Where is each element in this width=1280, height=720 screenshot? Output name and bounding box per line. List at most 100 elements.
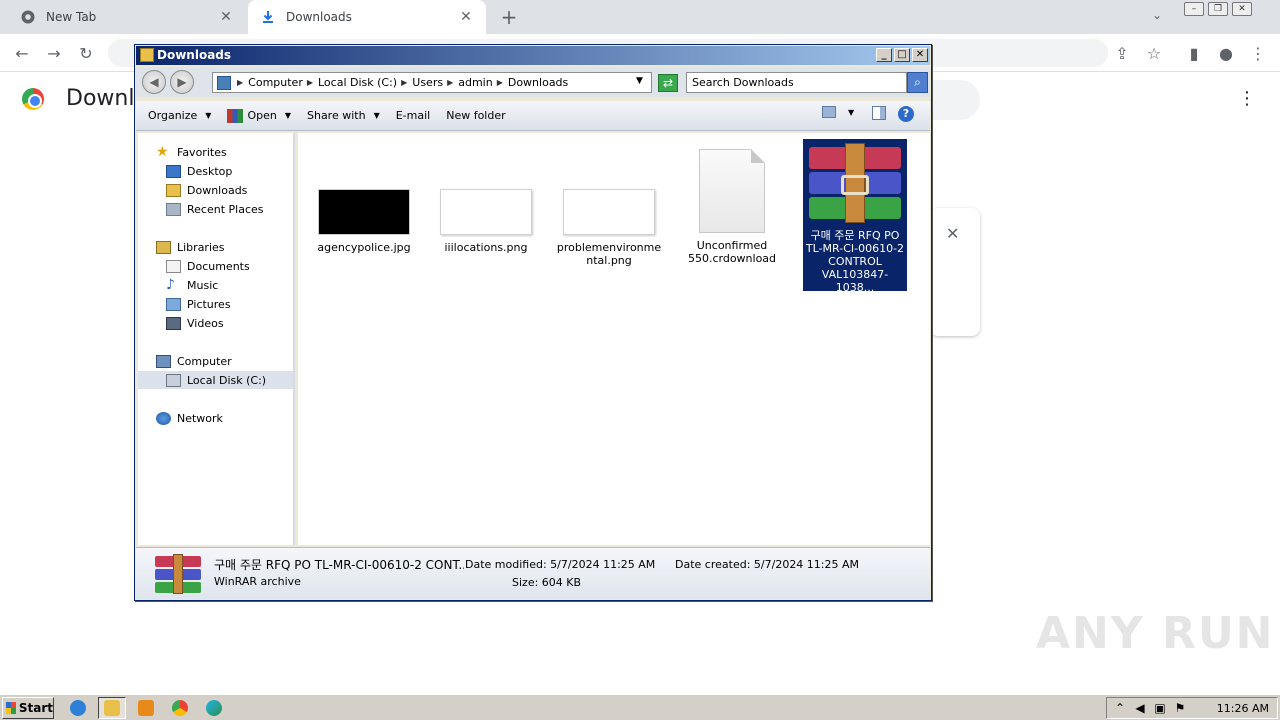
browser-tabstrip: New Tab ✕ Downloads ✕ + ⌄ – ❐ ✕ xyxy=(0,0,1280,34)
minimize-button[interactable]: _ xyxy=(876,48,892,62)
side-panel-icon[interactable]: ▮ xyxy=(1182,41,1206,65)
taskbar: Start ⌃ ◀ ▣ ⚑ 11:26 AM xyxy=(0,694,1280,720)
details-pane: 구매 주문 RFQ PO TL-MR-CI-00610-2 CONT... Wi… xyxy=(136,547,930,599)
minimize-button[interactable]: – xyxy=(1184,2,1204,16)
maximize-button[interactable]: □ xyxy=(894,48,910,62)
email-button[interactable]: E-mail xyxy=(388,109,439,122)
nav-documents[interactable]: Documents xyxy=(166,257,250,275)
navigation-pane: ★ Favorites Desktop Downloads Recent Plac… xyxy=(138,133,295,545)
new-folder-button[interactable]: New folder xyxy=(438,109,513,122)
nav-recent-places[interactable]: Recent Places xyxy=(166,200,264,218)
breadcrumb-local-disk[interactable]: Local Disk (C:) xyxy=(318,76,397,89)
star-icon[interactable]: ☆ xyxy=(1142,41,1166,65)
nav-music[interactable]: ♪ Music xyxy=(166,276,218,294)
chrome-icon xyxy=(20,9,36,25)
document-icon xyxy=(699,149,765,233)
back-button[interactable]: ◀ xyxy=(142,70,166,94)
nav-local-disk[interactable]: Local Disk (C:) xyxy=(138,371,293,389)
file-item[interactable]: problemenvironmental.png xyxy=(556,141,662,267)
volume-icon[interactable]: ◀ xyxy=(1133,701,1147,715)
nav-downloads[interactable]: Downloads xyxy=(166,181,247,199)
nav-libraries[interactable]: Libraries xyxy=(156,238,225,256)
share-icon[interactable]: ⇪ xyxy=(1110,41,1134,65)
restore-button[interactable]: ❐ xyxy=(1208,2,1228,16)
file-name: problemenvironmental.png xyxy=(556,241,662,267)
taskbar-edge[interactable] xyxy=(200,697,228,719)
star-icon: ★ xyxy=(156,143,169,160)
explorer-titlebar[interactable]: Downloads _ □ ✕ xyxy=(136,46,930,65)
organize-button[interactable]: Organize ▼ xyxy=(136,109,219,122)
nav-desktop[interactable]: Desktop xyxy=(166,162,232,180)
flag-icon[interactable]: ⚑ xyxy=(1173,701,1187,715)
desktop-icon xyxy=(166,164,181,178)
forward-icon[interactable]: → xyxy=(42,41,66,65)
winrar-archive-icon xyxy=(809,143,901,223)
winrar-archive-icon xyxy=(155,554,201,594)
new-tab-button[interactable]: + xyxy=(498,6,520,28)
network-icon xyxy=(156,411,171,425)
close-icon[interactable]: ✕ xyxy=(946,224,959,243)
taskbar-media-player[interactable] xyxy=(132,697,160,719)
view-icon xyxy=(822,106,836,118)
taskbar-explorer[interactable] xyxy=(98,697,126,719)
network-icon[interactable]: ▣ xyxy=(1153,701,1167,715)
close-button[interactable]: ✕ xyxy=(912,48,928,62)
share-with-button[interactable]: Share with ▼ xyxy=(299,109,388,122)
preview-pane-button[interactable] xyxy=(872,106,886,120)
breadcrumb-downloads[interactable]: Downloads xyxy=(508,76,568,89)
close-icon[interactable]: ✕ xyxy=(458,9,474,25)
view-options[interactable]: ▼ xyxy=(822,106,854,118)
tab-new-tab[interactable]: New Tab ✕ xyxy=(8,0,246,34)
refresh-icon[interactable]: ⇄ xyxy=(658,74,678,92)
watermark-logo: ANY RUN xyxy=(1036,608,1275,659)
command-bar: Organize ▼ Open ▼ Share with ▼ E-mail New f… xyxy=(136,101,930,131)
tab-downloads[interactable]: Downloads ✕ xyxy=(248,0,486,34)
chevron-up-icon[interactable]: ⌃ xyxy=(1113,701,1127,715)
open-button[interactable]: Open ▼ xyxy=(219,108,299,123)
nav-videos[interactable]: Videos xyxy=(166,314,224,332)
reload-icon[interactable]: ↻ xyxy=(74,41,98,65)
documents-icon xyxy=(166,259,181,273)
close-button[interactable]: ✕ xyxy=(1232,2,1252,16)
search-icon[interactable]: ⌕ xyxy=(907,72,928,93)
nav-computer[interactable]: Computer xyxy=(156,352,232,370)
address-breadcrumb[interactable]: ▶ Computer ▶ Local Disk (C:) ▶ Users ▶ a… xyxy=(212,72,652,93)
clock[interactable]: 11:26 AM xyxy=(1217,702,1269,715)
search-input[interactable]: Search Downloads xyxy=(686,72,907,93)
breadcrumb-computer[interactable]: Computer xyxy=(248,76,303,89)
close-icon[interactable]: ✕ xyxy=(218,9,234,25)
nav-network[interactable]: Network xyxy=(156,409,223,427)
taskbar-ie[interactable] xyxy=(64,697,92,719)
explorer-window: Downloads _ □ ✕ ◀ ▶ ▶ Computer ▶ Local D… xyxy=(134,44,932,601)
start-button[interactable]: Start xyxy=(2,697,54,719)
file-item[interactable]: agencypolice.jpg xyxy=(312,141,416,254)
detail-size: Size: 604 KB xyxy=(512,576,582,589)
chevron-down-icon[interactable]: ▼ xyxy=(636,76,643,86)
edge-icon xyxy=(206,700,222,716)
disk-drive-icon xyxy=(166,373,181,387)
file-item[interactable]: Unconfirmed 550.crdownload xyxy=(680,141,784,265)
file-item-selected[interactable]: 구매 주문 RFQ PO TL-MR-CI-00610-2 CONTROL VA… xyxy=(802,138,908,292)
forward-button[interactable]: ▶ xyxy=(170,70,194,94)
profile-icon[interactable]: ● xyxy=(1214,41,1238,65)
download-icon xyxy=(260,9,276,25)
detail-date-modified: Date modified: 5/7/2024 11:25 AM xyxy=(465,558,656,571)
breadcrumb-admin[interactable]: admin xyxy=(458,76,492,89)
chevron-down-icon: ▼ xyxy=(373,111,380,120)
back-icon[interactable]: ← xyxy=(10,41,34,65)
menu-icon[interactable]: ⋮ xyxy=(1246,41,1270,65)
chevron-down-icon[interactable]: ⌄ xyxy=(1152,8,1162,22)
computer-icon xyxy=(217,75,231,90)
computer-icon xyxy=(156,354,171,368)
taskbar-chrome[interactable] xyxy=(166,697,194,719)
preview-pane-icon xyxy=(872,106,886,120)
breadcrumb-users[interactable]: Users xyxy=(412,76,443,89)
file-item[interactable]: iiilocations.png xyxy=(434,141,538,254)
tab-title: Downloads xyxy=(286,10,352,24)
nav-pictures[interactable]: Pictures xyxy=(166,295,231,313)
help-button[interactable]: ? xyxy=(898,106,914,122)
nav-favorites[interactable]: ★ Favorites xyxy=(156,143,227,161)
more-icon[interactable]: ⋮ xyxy=(1238,88,1256,109)
file-name: agencypolice.jpg xyxy=(317,241,411,254)
file-name: iiilocations.png xyxy=(444,241,528,254)
